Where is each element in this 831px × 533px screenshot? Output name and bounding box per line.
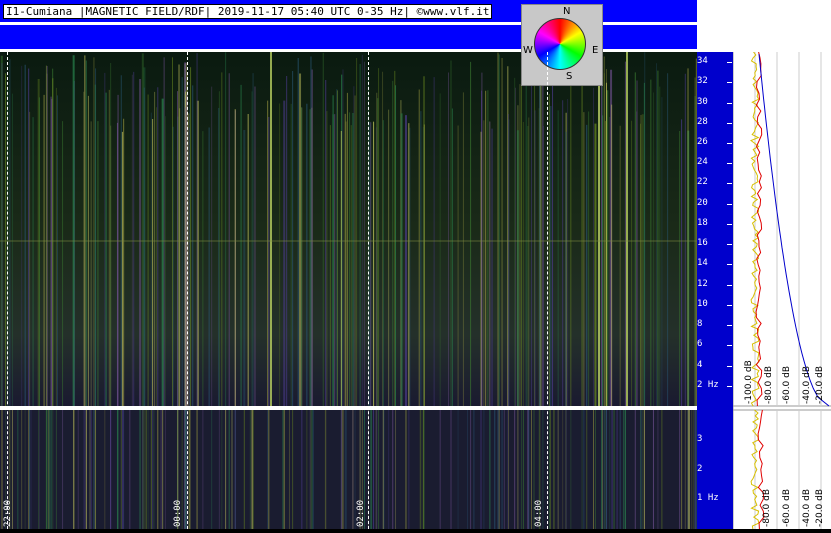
freq-tick-mark bbox=[727, 122, 732, 124]
freq-tick-mark bbox=[727, 304, 732, 306]
freq-tick-label: 2 Hz bbox=[697, 379, 719, 390]
freq-tick-label: 14 bbox=[697, 258, 708, 269]
freq-tick-mark bbox=[727, 365, 732, 367]
db-label: -40.0 dB bbox=[802, 488, 812, 527]
freq-tick-label: 1 Hz bbox=[697, 493, 719, 504]
compass-disc bbox=[534, 18, 586, 70]
time-marker bbox=[547, 52, 548, 529]
db-label: -60.0 dB bbox=[782, 365, 792, 404]
freq-tick-mark bbox=[727, 385, 732, 387]
freq-tick-label: 10 bbox=[697, 298, 708, 309]
freq-tick-label: 24 bbox=[697, 157, 708, 168]
freq-tick-label: 12 bbox=[697, 278, 708, 289]
db-label: -20.0 dB bbox=[815, 488, 825, 527]
freq-tick-label: 22 bbox=[697, 177, 708, 188]
freq-tick-label: 32 bbox=[697, 76, 708, 87]
time-marker bbox=[368, 52, 369, 529]
freq-tick-label: 4 bbox=[697, 359, 703, 370]
db-label: -80.0 dB bbox=[764, 365, 774, 404]
freq-tick-mark bbox=[727, 345, 732, 347]
freq-tick-mark bbox=[727, 264, 732, 266]
db-label: -60.0 dB bbox=[782, 488, 792, 527]
freq-tick-mark bbox=[727, 203, 732, 205]
compass-e: E bbox=[592, 45, 599, 56]
time-marker bbox=[7, 52, 8, 529]
db-label: -100.0 dB bbox=[744, 360, 754, 404]
time-label: 00:00 bbox=[173, 499, 183, 527]
freq-tick-mark bbox=[727, 244, 732, 246]
freq-tick-mark bbox=[727, 102, 732, 104]
time-label: 02:00 bbox=[356, 499, 366, 527]
time-label: 22:00 bbox=[3, 499, 13, 527]
pct-0: 0 % bbox=[710, 17, 727, 27]
freq-tick-mark bbox=[727, 223, 732, 225]
freq-tick-mark bbox=[727, 284, 732, 286]
freq-tick-label: 28 bbox=[697, 116, 708, 127]
freq-tick-mark bbox=[727, 82, 732, 84]
freq-tick-label: 34 bbox=[697, 56, 708, 67]
compass-n: N bbox=[563, 6, 571, 17]
freq-tick-mark bbox=[727, 62, 732, 64]
freq-tick-label: 2 bbox=[697, 463, 703, 474]
spectrogram-main bbox=[0, 52, 697, 406]
db-label: -40.0 dB bbox=[802, 365, 812, 404]
spectrogram-low-svg bbox=[0, 410, 697, 529]
db-label: -20.0 dB bbox=[815, 365, 825, 404]
compass-s: S bbox=[566, 71, 573, 82]
freq-tick-label: 30 bbox=[697, 96, 708, 107]
freq-tick-label: 3 bbox=[697, 433, 703, 444]
freq-tick-label: 6 bbox=[697, 339, 703, 350]
freq-tick-mark bbox=[727, 183, 732, 185]
spectrum-graphs bbox=[732, 51, 831, 530]
db-label: -80.0 dB bbox=[762, 488, 772, 527]
spectrogram-low bbox=[0, 410, 697, 529]
freq-tick-label: 26 bbox=[697, 137, 708, 148]
rdf-compass: N S E W bbox=[521, 4, 603, 86]
freq-tick-mark bbox=[727, 163, 732, 165]
pct-minus50: -50 % bbox=[703, 30, 720, 50]
freq-tick-mark bbox=[727, 325, 732, 327]
freq-tick-mark bbox=[727, 143, 732, 145]
freq-tick-label: 18 bbox=[697, 217, 708, 228]
freq-tick-label: 20 bbox=[697, 197, 708, 208]
spectrum-graphs-svg bbox=[732, 51, 831, 530]
header-title: I1-Cumiana |MAGNETIC FIELD/RDF| 2019-11-… bbox=[3, 4, 493, 19]
spectrogram-main-svg bbox=[0, 52, 697, 406]
time-label: 04:00 bbox=[534, 499, 544, 527]
compass-w: W bbox=[523, 45, 533, 56]
freq-tick-label: 8 bbox=[697, 319, 703, 330]
time-marker bbox=[187, 52, 188, 529]
freq-tick-label: 16 bbox=[697, 238, 708, 249]
